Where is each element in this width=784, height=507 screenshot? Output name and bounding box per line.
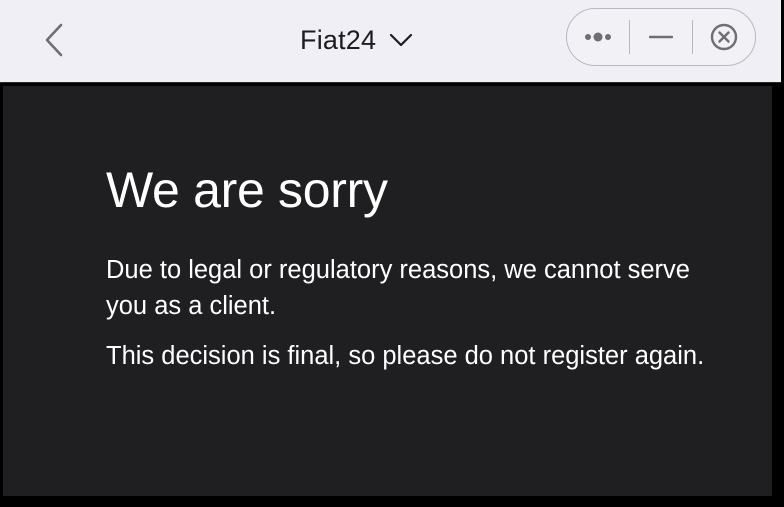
mini-program-capsule bbox=[566, 8, 756, 66]
minimize-button[interactable] bbox=[630, 9, 692, 65]
edge-strip bbox=[772, 86, 784, 496]
more-button[interactable] bbox=[567, 9, 629, 65]
close-button[interactable] bbox=[693, 9, 755, 65]
back-button[interactable] bbox=[30, 16, 78, 64]
page-title: Fiat24 bbox=[300, 24, 377, 55]
title-dropdown[interactable]: Fiat24 bbox=[300, 20, 414, 60]
chevron-down-icon bbox=[388, 32, 414, 48]
more-dots-icon bbox=[584, 32, 611, 42]
message-paragraph: Due to legal or regulatory reasons, we c… bbox=[106, 256, 690, 320]
app-window: Fiat24 We are sorry Due to legal or regu… bbox=[0, 0, 784, 507]
close-circle-icon bbox=[710, 23, 738, 51]
minimize-icon bbox=[649, 35, 673, 39]
message-paragraph: This decision is final, so please do not… bbox=[106, 342, 705, 370]
navigation-bar: Fiat24 bbox=[0, 0, 781, 83]
page-heading: We are sorry bbox=[106, 162, 388, 218]
chevron-left-icon bbox=[45, 23, 63, 57]
bottom-strip bbox=[0, 496, 784, 507]
message-panel: We are sorry Due to legal or regulatory … bbox=[3, 86, 772, 496]
